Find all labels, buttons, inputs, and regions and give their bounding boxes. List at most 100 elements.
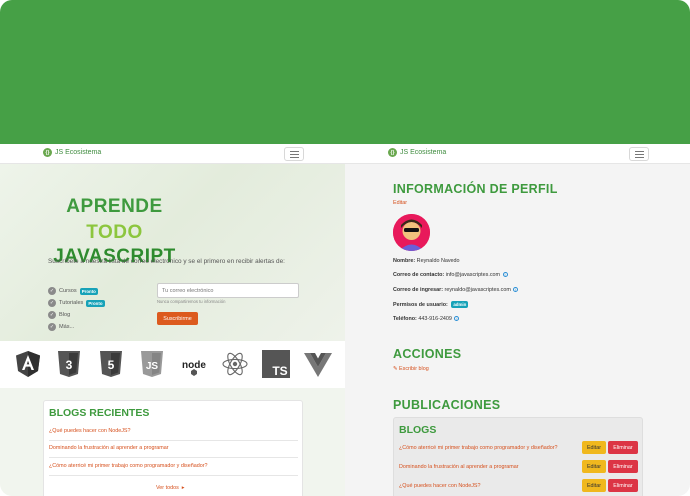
phone-row: Teléfono: 443-916-2409 i: [393, 316, 460, 322]
soon-badge: Pronto: [79, 287, 98, 295]
contact-email-label: Correo de contacto:: [393, 272, 445, 278]
hero-title-line1: APRENDE: [66, 196, 163, 217]
table-row: Dominando la frustración al aprender a p…: [399, 460, 639, 477]
technology-logos-strip: 3 5 JS node TS: [0, 341, 345, 388]
phone-value: 443-916-2409: [418, 316, 452, 322]
profile-page-pane: {} JS Ecosistema INFORMACIÓN DE PERFIL E…: [345, 144, 690, 496]
screenshot-frame: {} JS Ecosistema APRENDE TODO JAVASCRIPT…: [0, 0, 690, 496]
edit-post-button[interactable]: Editar: [582, 479, 606, 492]
subscribe-button[interactable]: Suscribirme: [157, 312, 198, 325]
login-email-label: Correo de ingresar:: [393, 287, 444, 293]
delete-post-button[interactable]: Eliminar: [608, 460, 638, 473]
delete-post-button[interactable]: Eliminar: [608, 441, 638, 454]
alert-topics-list: ✓ Cursos Pronto ✓ Tutoriales Pronto ✓ Bl…: [48, 285, 105, 333]
brand-link[interactable]: {} JS Ecosistema: [43, 148, 101, 157]
check-circle-icon: ✓: [48, 311, 56, 319]
brand-link[interactable]: {} JS Ecosistema: [388, 148, 446, 157]
avatar: [393, 214, 430, 251]
name-label: Nombre:: [393, 258, 416, 264]
javascript-icon: JS: [141, 351, 163, 377]
login-email-value: reynaldo@javascriptes.com: [444, 287, 511, 293]
blog-link[interactable]: Dominando la frustración al aprender a p…: [49, 445, 298, 458]
recent-blogs-card: BLOGS RECIENTES ¿Qué puedes hacer con No…: [43, 400, 303, 496]
react-icon: [222, 352, 248, 376]
top-color-band: [0, 0, 690, 144]
info-icon[interactable]: i: [454, 316, 460, 322]
typescript-label: TS: [272, 364, 287, 378]
post-title-link[interactable]: ¿Qué puedes hacer con NodeJS?: [399, 483, 481, 489]
see-all-blogs-link[interactable]: Ver todos ▸: [156, 485, 185, 491]
post-title-link[interactable]: Dominando la frustración al aprender a p…: [399, 464, 519, 470]
blog-link[interactable]: ¿Cómo aterricé mi primer trabajo como pr…: [49, 463, 298, 476]
table-row: ¿Qué puedes hacer con NodeJS? Editar Eli…: [399, 479, 639, 496]
hero-title-line2: TODO: [86, 222, 143, 243]
post-title-link[interactable]: ¿Cómo aterricé mi primer trabajo como pr…: [399, 445, 558, 451]
recent-blogs-title: BLOGS RECIENTES: [49, 407, 150, 419]
javascript-label: JS: [146, 361, 159, 372]
nodejs-icon: node: [182, 360, 206, 376]
check-circle-icon: ✓: [48, 323, 56, 331]
admin-badge: admin: [451, 301, 469, 308]
hamburger-icon-line: [290, 154, 299, 155]
topic-label: Tutoriales: [59, 300, 84, 306]
list-item: ✓ Cursos Pronto: [48, 285, 105, 297]
table-row: ¿Cómo aterricé mi primer trabajo como pr…: [399, 441, 639, 458]
user-blogs-card: BLOGS ¿Cómo aterricé mi primer trabajo c…: [393, 417, 643, 496]
contact-email-row: Correo de contacto: info@javascriptes.co…: [393, 272, 508, 278]
actions-title: ACCIONES: [393, 347, 462, 361]
hamburger-icon: [290, 151, 299, 152]
permissions-row: Permisos de usuario: admin: [393, 301, 469, 308]
user-blogs-title: BLOGS: [399, 424, 437, 436]
css3-icon: 3: [58, 351, 80, 377]
edit-profile-link[interactable]: Editar: [393, 200, 407, 206]
list-item: ✓ Tutoriales Pronto: [48, 297, 105, 309]
list-item: ✓ Más...: [48, 321, 105, 333]
publications-title: PUBLICACIONES: [393, 398, 501, 412]
blog-link[interactable]: ¿Qué puedes hacer con NodeJS?: [49, 428, 298, 441]
contact-email-value: info@javascriptes.com: [445, 272, 501, 278]
write-blog-link[interactable]: ✎ Escribir blog: [393, 366, 429, 372]
info-icon[interactable]: i: [502, 272, 508, 278]
see-all-label: Ver todos: [156, 485, 179, 491]
vue-icon: [304, 353, 332, 377]
edit-post-button[interactable]: Editar: [582, 441, 606, 454]
topic-label: Blog: [59, 312, 71, 318]
html5-icon: 5: [100, 351, 122, 377]
menu-toggle-button[interactable]: [629, 147, 649, 161]
hamburger-icon-line: [635, 154, 644, 155]
soon-badge: Pronto: [86, 299, 105, 307]
topic-label: Más...: [59, 324, 75, 330]
profile-title: INFORMACIÓN DE PERFIL: [393, 182, 558, 196]
phone-label: Teléfono:: [393, 316, 417, 322]
email-input[interactable]: [157, 283, 299, 298]
landing-page-pane: {} JS Ecosistema APRENDE TODO JAVASCRIPT…: [0, 144, 345, 496]
avatar-illustration: [393, 214, 430, 251]
navbar: {} JS Ecosistema: [345, 144, 690, 164]
brand-name: JS Ecosistema: [55, 149, 102, 156]
navbar: {} JS Ecosistema: [0, 144, 345, 164]
name-value: Reynaldo Navedo: [416, 258, 460, 264]
write-blog-label: Escribir blog: [399, 366, 429, 372]
info-icon[interactable]: i: [513, 287, 519, 293]
topic-label: Cursos: [59, 288, 77, 294]
permissions-label: Permisos de usuario:: [393, 301, 448, 308]
hamburger-icon: [635, 151, 644, 152]
pencil-icon: ✎: [393, 366, 398, 372]
html5-label: 5: [108, 358, 115, 372]
name-row: Nombre: Reynaldo Navedo: [393, 258, 460, 264]
brand-logo-icon: {}: [388, 148, 397, 157]
email-help-text: Nunca compartiremos tu información: [157, 299, 226, 304]
subscribe-description: Suscríbete a nuestra lista de correo ele…: [48, 258, 285, 265]
css3-label: 3: [66, 358, 73, 372]
brand-name: JS Ecosistema: [400, 149, 447, 156]
chevron-right-icon: ▸: [180, 485, 185, 491]
hamburger-icon-line: [635, 157, 644, 158]
menu-toggle-button[interactable]: [284, 147, 304, 161]
check-circle-icon: ✓: [48, 299, 56, 307]
login-email-row: Correo de ingresar: reynaldo@javascripte…: [393, 287, 519, 293]
typescript-icon: TS: [262, 350, 290, 378]
check-circle-icon: ✓: [48, 287, 56, 295]
delete-post-button[interactable]: Eliminar: [608, 479, 638, 492]
angular-icon: [16, 351, 40, 377]
edit-post-button[interactable]: Editar: [582, 460, 606, 473]
